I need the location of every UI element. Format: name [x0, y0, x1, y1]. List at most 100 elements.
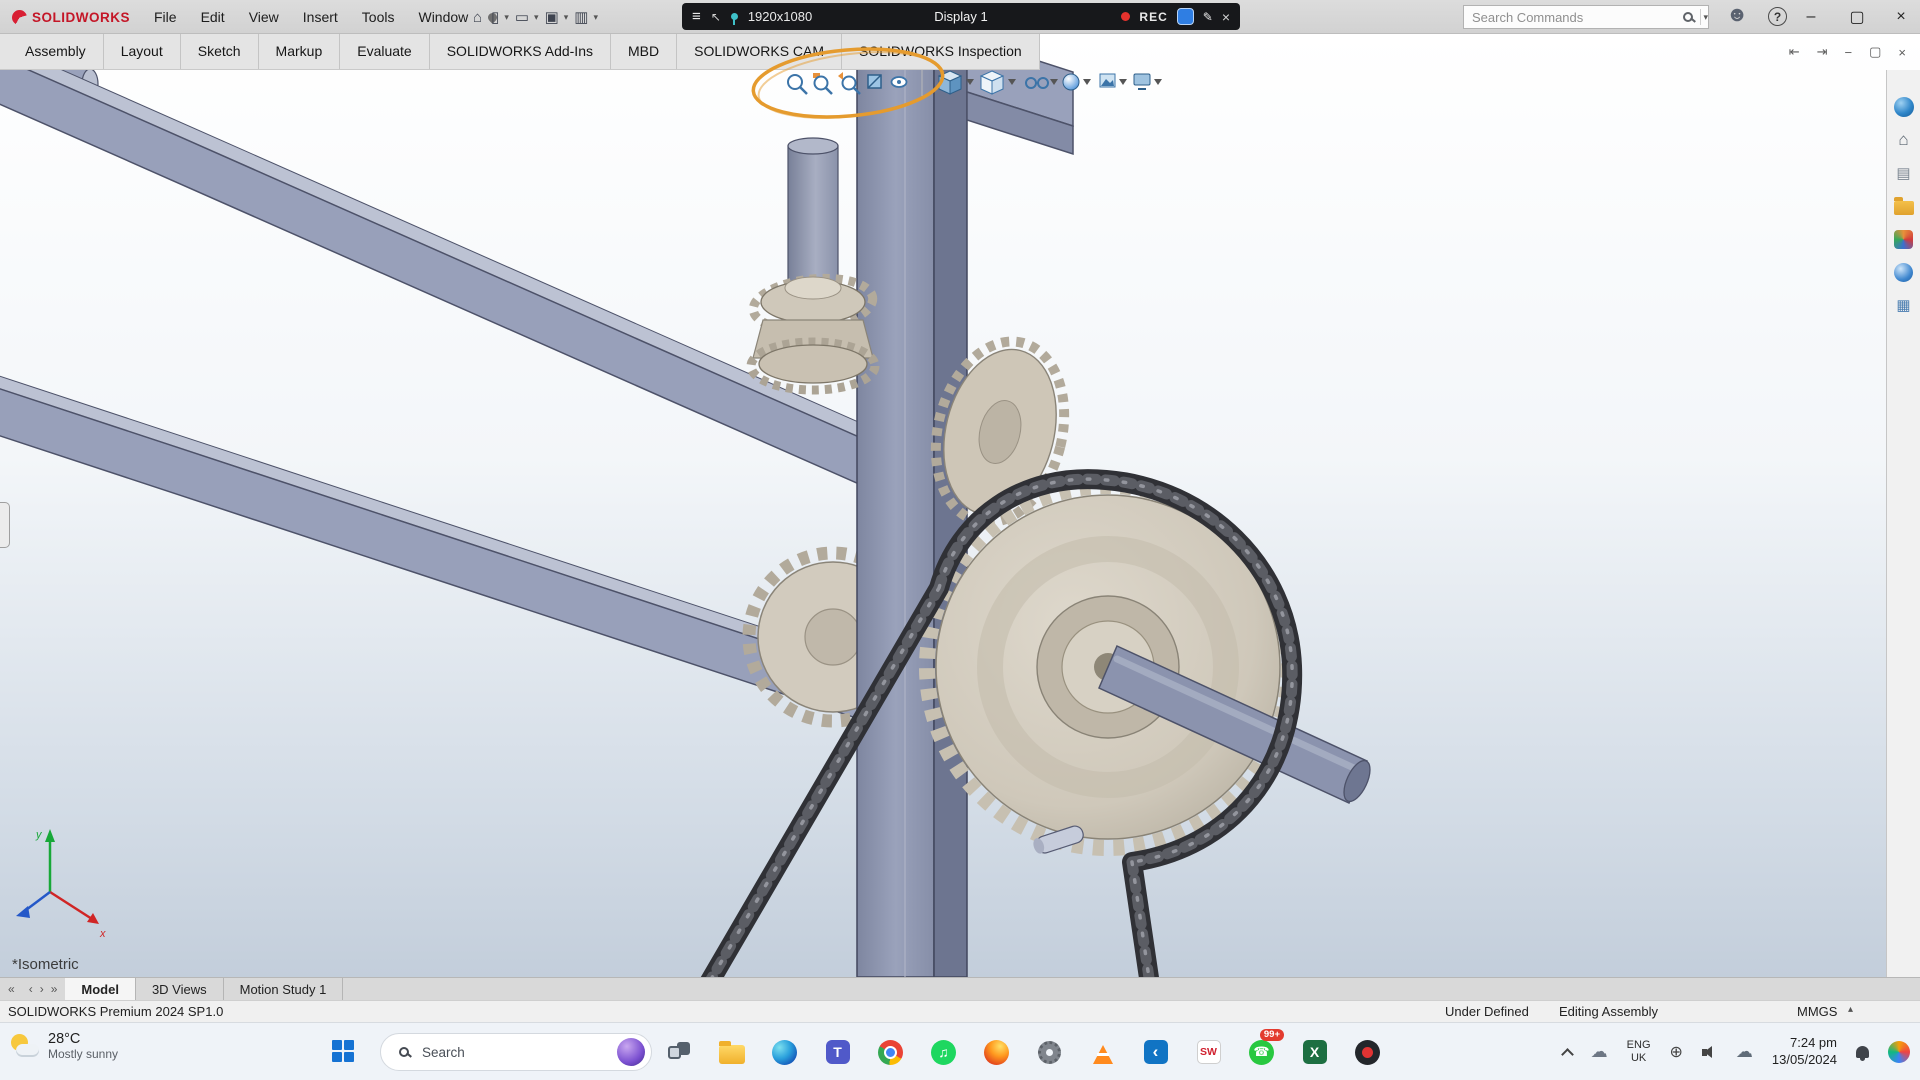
3dexperience-icon[interactable]	[1893, 96, 1915, 118]
custom-properties-icon[interactable]: ▦	[1893, 294, 1915, 316]
tab-solidworks-cam[interactable]: SOLIDWORKS CAM	[677, 34, 842, 69]
start-button[interactable]	[332, 1040, 354, 1062]
volume-icon[interactable]	[1702, 1045, 1717, 1060]
tray-app-icon[interactable]	[1888, 1041, 1910, 1063]
search-highlight-avatar	[617, 1038, 645, 1066]
clock[interactable]: 7:24 pm 13/05/2024	[1772, 1035, 1837, 1069]
close-button[interactable]: ×	[1884, 0, 1918, 34]
tab-3d-views[interactable]: 3D Views	[136, 978, 224, 1000]
recorder-menu-icon[interactable]: ≡	[692, 8, 701, 25]
chrome-button[interactable]	[864, 1023, 917, 1080]
tab-scroll-next-icon[interactable]: ›	[40, 982, 44, 996]
dock-left-icon[interactable]: ⇤	[1789, 44, 1800, 60]
doc-minimize-icon[interactable]: −	[1845, 45, 1853, 60]
new-document-icon[interactable]: ▯	[488, 8, 502, 26]
menu-file[interactable]: File	[142, 9, 189, 25]
panel-collapse-handle[interactable]	[0, 502, 10, 548]
open-icon[interactable]: ▭	[512, 8, 532, 26]
menu-edit[interactable]: Edit	[189, 9, 237, 25]
graphics-viewport[interactable]: y x	[0, 34, 1920, 977]
spotify-button[interactable]: ♫	[917, 1023, 970, 1080]
tab-assembly[interactable]: Assembly	[8, 34, 104, 69]
settings-button[interactable]	[1023, 1023, 1076, 1080]
document-tab-bar: « ‹ › » Model 3D Views Motion Study 1	[0, 977, 1920, 1000]
recorder-cursor-icon[interactable]: ↖	[711, 10, 721, 24]
onedrive-cloud-icon[interactable]: ☁	[1591, 1042, 1608, 1062]
weather-widget[interactable]: 28°C Mostly sunny	[10, 1031, 118, 1061]
design-library-icon[interactable]: ▤	[1893, 162, 1915, 184]
product-version-label: SOLIDWORKS Premium 2024 SP1.0	[8, 1004, 223, 1019]
help-button[interactable]: ?	[1768, 7, 1787, 26]
tab-solidworks-addins[interactable]: SOLIDWORKS Add-Ins	[430, 34, 611, 69]
recording-dot-icon	[1121, 12, 1130, 21]
annotation-view-icon[interactable]	[892, 77, 907, 87]
menu-view[interactable]: View	[237, 9, 291, 25]
units-caret-icon[interactable]: ▴	[1848, 1004, 1853, 1015]
minimize-button[interactable]: –	[1794, 0, 1828, 34]
tab-layout[interactable]: Layout	[104, 34, 181, 69]
appearances-icon[interactable]	[1893, 228, 1915, 250]
vlc-button[interactable]	[1076, 1023, 1129, 1080]
tab-motion-study-1[interactable]: Motion Study 1	[224, 978, 344, 1000]
status-bar: SOLIDWORKS Premium 2024 SP1.0 Under Defi…	[0, 1000, 1920, 1022]
editing-mode-status: Editing Assembly	[1559, 1004, 1658, 1019]
view-orientation-label: *Isometric	[12, 956, 79, 973]
print-caret-icon[interactable]: ▾	[593, 12, 598, 23]
file-explorer-panel-icon[interactable]	[1893, 195, 1915, 217]
excel-button[interactable]: X	[1288, 1023, 1341, 1080]
vscode-button[interactable]: ‹	[1129, 1023, 1182, 1080]
search-input[interactable]	[1464, 10, 1679, 25]
file-explorer-button[interactable]	[705, 1023, 758, 1080]
recorder-edit-icon[interactable]: ✎	[1203, 10, 1213, 24]
maximize-button[interactable]: ▢	[1840, 0, 1874, 34]
open-caret-icon[interactable]: ▾	[534, 12, 539, 23]
search-icon[interactable]	[1683, 12, 1693, 22]
recorder-resolution: 1920x1080	[748, 9, 812, 24]
section-view-icon[interactable]	[868, 75, 881, 88]
task-view-button[interactable]	[652, 1023, 705, 1080]
tab-markup[interactable]: Markup	[259, 34, 341, 69]
scenes-icon[interactable]	[1893, 261, 1915, 283]
edge-button[interactable]	[758, 1023, 811, 1080]
doc-close-icon[interactable]: ×	[1898, 45, 1906, 60]
search-divider	[1700, 9, 1701, 25]
tab-evaluate[interactable]: Evaluate	[340, 34, 429, 69]
dock-right-icon[interactable]: ⇥	[1817, 44, 1828, 60]
tab-scroll-last-icon[interactable]: »	[51, 982, 58, 996]
units-selector[interactable]: MMGS	[1797, 1004, 1837, 1019]
gear-shaft-cylinder[interactable]	[788, 138, 838, 296]
user-profile-icon[interactable]: ☻	[1726, 3, 1748, 27]
save-caret-icon[interactable]: ▾	[564, 12, 569, 23]
home-panel-icon[interactable]: ⌂	[1893, 129, 1915, 151]
tab-model[interactable]: Model	[65, 978, 136, 1000]
solidworks-button[interactable]: SW	[1182, 1023, 1235, 1080]
tab-sketch[interactable]: Sketch	[181, 34, 259, 69]
teams-button[interactable]: T	[811, 1023, 864, 1080]
weather-cloud-icon[interactable]: ☁	[1736, 1042, 1753, 1062]
screen-recorder-button[interactable]	[1341, 1023, 1394, 1080]
home-icon[interactable]: ⌂	[470, 9, 485, 26]
network-icon[interactable]: ⊕	[1670, 1042, 1683, 1062]
recorder-close-icon[interactable]: ×	[1222, 9, 1230, 25]
tab-mbd[interactable]: MBD	[611, 34, 677, 69]
notification-bell-icon[interactable]	[1856, 1046, 1869, 1058]
recorder-stop-button[interactable]	[1177, 8, 1194, 25]
doc-restore-icon[interactable]: ▢	[1869, 44, 1881, 60]
new-caret-icon[interactable]: ▾	[504, 12, 509, 23]
menu-tools[interactable]: Tools	[350, 9, 407, 25]
task-pane[interactable]: ⌂ ▤ ▦	[1886, 70, 1920, 977]
taskbar-search[interactable]: Search	[380, 1033, 652, 1071]
print-icon[interactable]: ▥	[571, 8, 591, 26]
tray-expand-icon[interactable]	[1561, 1048, 1574, 1061]
firefox-button[interactable]	[970, 1023, 1023, 1080]
tab-scroll-first-icon[interactable]: «	[8, 982, 15, 996]
tab-scroll-prev-icon[interactable]: ‹	[29, 982, 33, 996]
menu-insert[interactable]: Insert	[291, 9, 350, 25]
language-indicator[interactable]: ENGUK	[1627, 1039, 1651, 1064]
search-caret-icon[interactable]: ▾	[1703, 12, 1708, 23]
tab-solidworks-inspection[interactable]: SOLIDWORKS Inspection	[842, 34, 1040, 69]
save-icon[interactable]: ▣	[542, 8, 562, 26]
bevel-gear[interactable]	[751, 273, 876, 390]
whatsapp-button[interactable]: ☎ 99+	[1235, 1023, 1288, 1080]
model-view[interactable]: y x	[0, 34, 1920, 977]
